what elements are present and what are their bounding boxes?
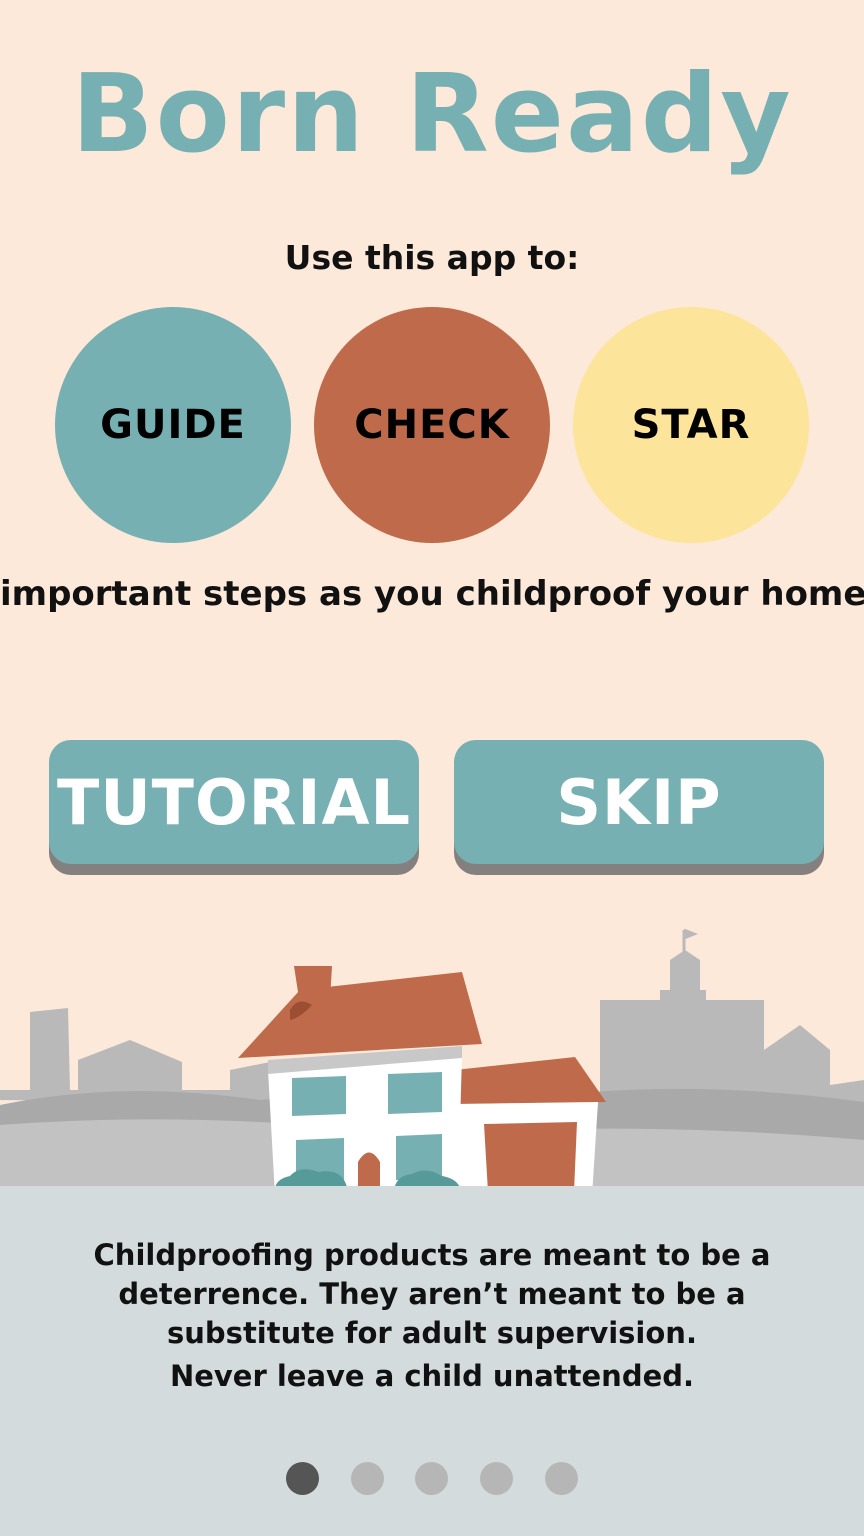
house-illustration [0, 928, 864, 1200]
star-label: STAR [631, 402, 751, 448]
tutorial-button-label: TUTORIAL [57, 765, 411, 839]
check-label: CHECK [354, 402, 510, 448]
page-dot-1[interactable] [286, 1462, 319, 1495]
intro-tail: important steps as you childproof your h… [0, 574, 864, 614]
window-2 [388, 1072, 442, 1114]
garage-roof [455, 1057, 606, 1104]
intro-lead: Use this app to: [284, 238, 580, 277]
skip-button-label: SKIP [556, 765, 722, 839]
garage-door [484, 1122, 577, 1192]
disclaimer-line: Never leave a child unattended. [169, 1359, 695, 1393]
page-dot-5[interactable] [545, 1462, 578, 1495]
window-1 [292, 1076, 346, 1116]
flag [682, 928, 699, 952]
page-dot-3[interactable] [415, 1462, 448, 1495]
disclaimer-text: Childproofing products are meant to be a… [60, 1236, 804, 1396]
skip-button[interactable]: SKIP [454, 740, 824, 864]
house-roof [238, 972, 482, 1058]
page-dot-2[interactable] [351, 1462, 384, 1495]
tutorial-button[interactable]: TUTORIAL [49, 740, 419, 864]
app-title: Born Ready [71, 52, 793, 177]
check-circle: CHECK [314, 307, 550, 543]
disclaimer-line: Childproofing products are meant to be a [93, 1238, 771, 1272]
guide-label: GUIDE [100, 402, 246, 448]
disclaimer-line: deterrence. They aren’t meant to be a [118, 1277, 746, 1311]
disclaimer-line: substitute for adult supervision. [167, 1316, 697, 1350]
guide-circle: GUIDE [55, 307, 291, 543]
star-circle: STAR [573, 307, 809, 543]
page-dot-4[interactable] [480, 1462, 513, 1495]
